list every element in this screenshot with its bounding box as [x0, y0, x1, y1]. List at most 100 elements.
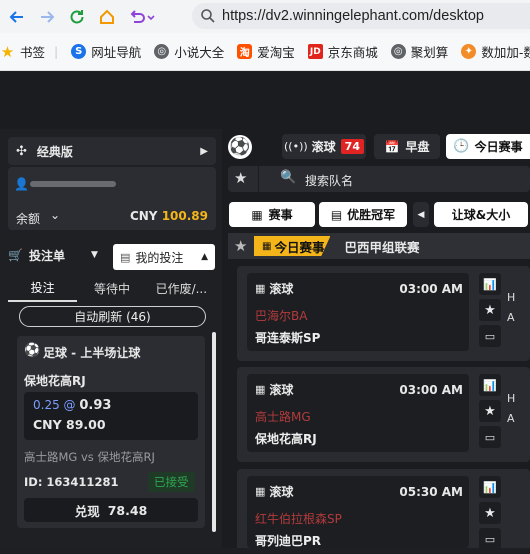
- balance-label: 余额: [16, 212, 41, 226]
- away-team: 哥列迪巴PR: [255, 534, 322, 548]
- home-team: 巴海尔BA: [255, 309, 308, 323]
- auto-refresh-button[interactable]: 自动刷新 (46): [19, 306, 206, 327]
- star-icon[interactable]: ★: [479, 502, 501, 524]
- calendar-icon: ▦: [255, 485, 266, 498]
- bet-stake: CNY 89.00: [33, 417, 106, 432]
- col-label-h: H: [507, 291, 516, 304]
- match-status: 滚球: [269, 485, 294, 499]
- tab-live[interactable]: ((•)) 滚球 74: [282, 134, 366, 159]
- star-icon[interactable]: ★: [479, 299, 501, 321]
- match-info[interactable]: ▦ 滚球 05:30 AM 红牛伯拉根森SP 哥列迪巴PR: [247, 476, 469, 548]
- star-icon: ★: [0, 42, 15, 61]
- stats-icon[interactable]: 📊: [479, 476, 501, 498]
- bookmark-item[interactable]: 淘爱淘宝: [237, 42, 295, 61]
- tv-icon[interactable]: ▭: [479, 325, 501, 347]
- soccer-ball-icon: ⚽: [24, 343, 41, 358]
- chevron-down-icon[interactable]: ⌄: [50, 208, 60, 222]
- caret-up-icon: ▲: [201, 252, 208, 262]
- star-icon[interactable]: ★: [234, 237, 247, 255]
- scroll-left-button[interactable]: ◀: [413, 202, 429, 227]
- away-team: 保地花高RJ: [255, 432, 317, 446]
- col-label-a: A: [507, 412, 515, 425]
- user-icon: 👤: [14, 177, 29, 191]
- tab-bets[interactable]: 投注: [8, 274, 78, 302]
- right-panel: ⚽ ((•)) 滚球 74 📅 早盘 🕒 今日赛事 ★ 🔍 搜索队名 ▦ 赛事 …: [222, 129, 530, 550]
- tab-today[interactable]: 🕒 今日赛事: [446, 134, 530, 159]
- tab-outright[interactable]: ▤ 优胜冠军: [319, 202, 407, 227]
- match-time: 03:00 AM: [399, 281, 463, 296]
- odds-box: 0.25 @ 0.93 CNY 89.00: [24, 392, 198, 440]
- grid-icon: ▦: [251, 207, 263, 222]
- caret-right-icon: ▶: [200, 145, 208, 157]
- settings-icon: ✣: [16, 143, 27, 159]
- league-name: 巴西甲组联赛: [344, 239, 420, 255]
- status-badge: 已接受: [148, 472, 195, 492]
- today-tag: ▦ 今日赛事: [254, 236, 331, 256]
- col-label-h: H: [507, 392, 516, 405]
- bookmark-item[interactable]: ◎ 小说大全: [154, 42, 224, 61]
- reload-icon[interactable]: [63, 3, 90, 30]
- caret-down-icon[interactable]: ▼: [91, 250, 98, 260]
- tv-icon[interactable]: ▭: [479, 426, 501, 448]
- taobao-icon: 淘: [237, 44, 253, 59]
- match-info[interactable]: ▦ 滚球 03:00 AM 巴海尔BA 哥连泰斯SP: [247, 273, 469, 351]
- tab-pending[interactable]: 等待中: [77, 274, 146, 302]
- star-icon[interactable]: ★: [234, 169, 247, 187]
- data-icon: ✦: [461, 44, 477, 59]
- stats-icon[interactable]: 📊: [479, 374, 501, 396]
- calendar-icon: ▦: [255, 383, 266, 396]
- home-icon[interactable]: [93, 3, 120, 30]
- jd-icon: JD: [307, 44, 323, 59]
- match-info[interactable]: ▦ 滚球 03:00 AM 高士路MG 保地花高RJ: [247, 374, 469, 452]
- address-bar[interactable]: https://dv2.winningelephant.com/desktop: [192, 3, 530, 29]
- home-team: 红牛伯拉根森SP: [255, 512, 342, 526]
- bet-id: ID: 163411281: [24, 475, 119, 489]
- search-icon: 🔍: [280, 170, 297, 185]
- classic-label: 经典版: [36, 144, 73, 159]
- match-status: 滚球: [269, 383, 294, 397]
- tab-matches[interactable]: ▦ 赛事: [229, 202, 315, 227]
- betslip-scrollbar[interactable]: [212, 332, 216, 532]
- app-header: [0, 72, 530, 129]
- back-icon[interactable]: [3, 3, 30, 30]
- tab-handicap-totals[interactable]: 让球&大小: [434, 202, 528, 227]
- soccer-ball-icon[interactable]: ⚽: [228, 135, 252, 159]
- username-masked: [30, 181, 116, 187]
- away-team: 哥连泰斯SP: [255, 331, 321, 345]
- forward-icon[interactable]: [33, 3, 60, 30]
- bet-tabs: 投注 等待中 已作废/...: [8, 274, 216, 302]
- url-text: https://dv2.winningelephant.com/desktop: [222, 8, 484, 24]
- league-header[interactable]: ★ ▦ 今日赛事 巴西甲组联赛: [228, 233, 530, 259]
- balance-amount: CNY 100.89: [129, 209, 208, 223]
- classic-version-toggle[interactable]: ✣ 经典版 ▶: [8, 137, 216, 165]
- bookmark-item[interactable]: ★ 书签: [0, 42, 45, 61]
- tv-icon[interactable]: ▭: [479, 528, 501, 550]
- bookmark-item[interactable]: S 网址导航: [71, 42, 141, 61]
- bet-market: 足球 - 上半场让球: [43, 346, 141, 360]
- betslip-label: 投注单: [28, 248, 65, 263]
- bookmark-item[interactable]: ◎ 聚划算: [390, 42, 448, 61]
- cashout-button[interactable]: 兑现 78.48: [24, 498, 198, 522]
- undo-history-icon[interactable]: [123, 3, 159, 30]
- match-card: ▦ 滚球 03:00 AM 高士路MG 保地花高RJ 📊 ★ ▭ H A: [237, 367, 530, 462]
- match-time: 03:00 AM: [399, 382, 463, 397]
- bookmark-item[interactable]: ✦数加加-数据: [461, 42, 530, 61]
- my-bets-button[interactable]: ▤ 我的投注 ▲: [113, 244, 215, 270]
- match-time: 05:30 AM: [399, 484, 463, 499]
- globe-icon: ◎: [154, 44, 170, 59]
- calendar-icon: ▦: [255, 282, 266, 295]
- match-card: ▦ 滚球 05:30 AM 红牛伯拉根森SP 哥列迪巴PR 📊 ★ ▭: [237, 469, 530, 550]
- search-placeholder: 搜索队名: [305, 174, 354, 188]
- browser-toolbar: https://dv2.winningelephant.com/desktop: [0, 0, 530, 33]
- star-icon[interactable]: ★: [479, 400, 501, 422]
- match-status: 滚球: [269, 282, 294, 296]
- bookmark-item[interactable]: JD 京东商城: [307, 42, 378, 61]
- tab-void[interactable]: 已作废/...: [147, 274, 216, 302]
- search-icon: [201, 9, 215, 23]
- account-box: 👤 余额 ⌄ CNY 100.89: [8, 167, 216, 230]
- left-panel: ✣ 经典版 ▶ 👤 余额 ⌄ CNY 100.89 🛒 投注单 ▼ ▤ 我的投注…: [0, 129, 222, 548]
- globe-icon: ◎: [390, 44, 406, 59]
- stats-icon[interactable]: 📊: [479, 273, 501, 295]
- tab-early[interactable]: 📅 早盘: [374, 134, 440, 159]
- team-search[interactable]: ★ 🔍 搜索队名: [228, 166, 530, 192]
